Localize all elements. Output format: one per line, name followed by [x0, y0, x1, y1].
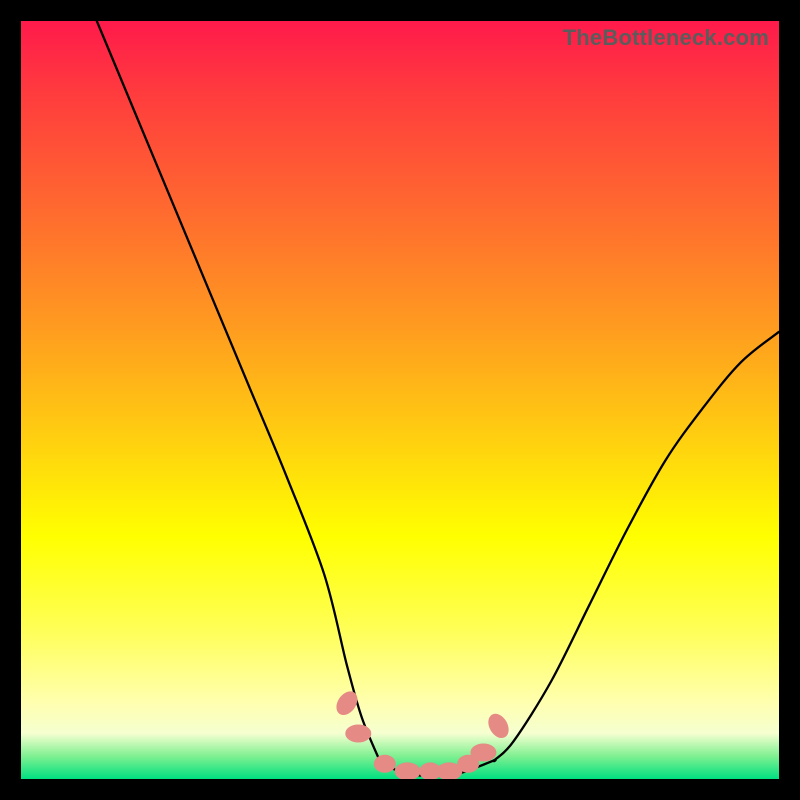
marker-point: [374, 755, 396, 773]
chart-plot-area: TheBottleneck.com: [21, 21, 779, 779]
chart-overlay: [21, 21, 779, 779]
chart-frame: TheBottleneck.com: [0, 0, 800, 800]
highlight-markers: [332, 687, 513, 779]
marker-point: [470, 744, 496, 762]
marker-point: [345, 725, 371, 743]
marker-point: [395, 762, 421, 779]
bottleneck-curve: [97, 21, 779, 776]
marker-point: [484, 710, 513, 742]
